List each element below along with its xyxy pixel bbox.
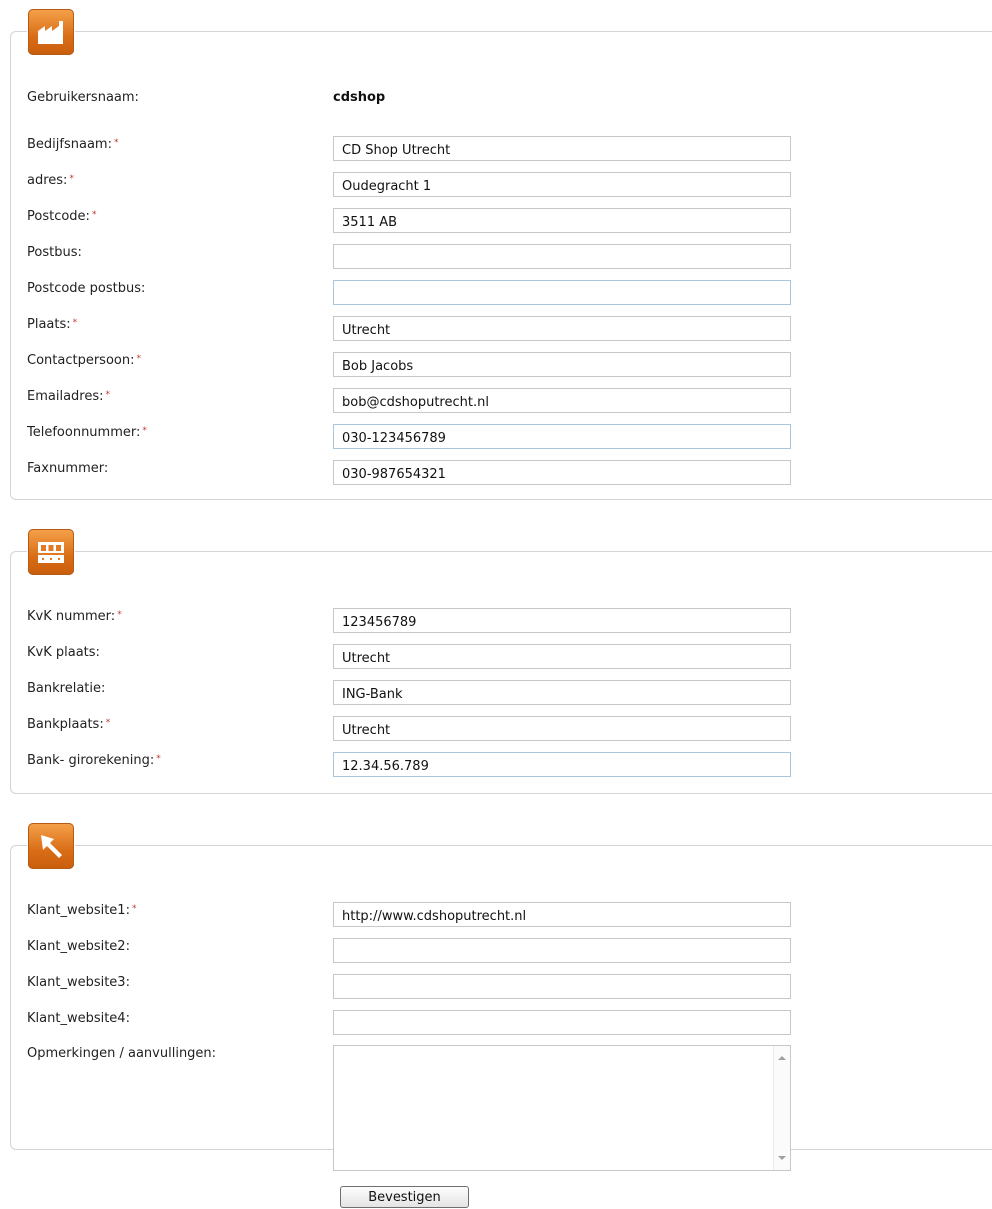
kvk-nummer-input[interactable]: 123456789: [333, 608, 791, 633]
field-label-remarks: Opmerkingen / aanvullingen:: [27, 1046, 217, 1061]
bank-section-icon-wrap: [27, 528, 75, 576]
websites-section: Klant_website1: * http://www.cdshoputrech…: [10, 822, 992, 1171]
required-marker: *: [105, 718, 111, 728]
field-label-adres: adres: *: [27, 173, 74, 188]
website2-input[interactable]: [333, 938, 791, 963]
field-label-bankplaats: Bankplaats: *: [27, 717, 111, 732]
bedrijfsnaam-input[interactable]: CD Shop Utrecht: [333, 136, 791, 161]
field-label-kvk-nummer: KvK nummer: *: [27, 609, 122, 624]
required-marker: *: [72, 318, 78, 328]
submit-button[interactable]: Bevestigen: [340, 1186, 469, 1208]
field-label-emailadres: Emailadres: *: [27, 389, 110, 404]
field-label-postcode: Postcode: *: [27, 209, 97, 224]
remarks-textarea[interactable]: [333, 1045, 791, 1171]
girorekening-input[interactable]: 12.34.56.789: [333, 752, 791, 777]
required-marker: *: [131, 904, 137, 914]
factory-icon: [28, 9, 74, 55]
cursor-arrow-icon: [28, 823, 74, 869]
website4-input[interactable]: [333, 1010, 791, 1035]
required-marker: *: [113, 138, 119, 148]
building-icon: [28, 529, 74, 575]
field-label-girorekening: Bank- girorekening: *: [27, 753, 161, 768]
website1-input[interactable]: http://www.cdshoputrecht.nl: [333, 902, 791, 927]
kvk-plaats-input[interactable]: Utrecht: [333, 644, 791, 669]
bank-section: KvK nummer: * 123456789 KvK plaats: Utrec…: [10, 528, 992, 794]
field-label-postcode-postbus: Postcode postbus:: [27, 281, 146, 296]
scroll-up-icon[interactable]: [778, 1056, 786, 1060]
field-label-contactpersoon: Contactpersoon: *: [27, 353, 141, 368]
required-marker: *: [117, 610, 122, 620]
field-label-faxnummer: Faxnummer:: [27, 461, 109, 476]
scroll-down-icon[interactable]: [778, 1156, 786, 1160]
field-label-bedrijfsnaam: Bedijfsnaam: *: [27, 137, 119, 152]
field-label-postbus: Postbus:: [27, 245, 82, 260]
postbus-input[interactable]: [333, 244, 791, 269]
postcode-input[interactable]: 3511 AB: [333, 208, 791, 233]
websites-section-icon-wrap: [27, 822, 75, 870]
emailadres-input[interactable]: bob@cdshoputrecht.nl: [333, 388, 791, 413]
postcode-postbus-input[interactable]: [333, 280, 791, 305]
remarks-scrollbar[interactable]: [773, 1046, 790, 1170]
faxnummer-input[interactable]: 030-987654321: [333, 460, 791, 485]
website3-input[interactable]: [333, 974, 791, 999]
field-label-telefoonnummer: Telefoonnummer: *: [27, 425, 147, 440]
field-label-website2: Klant_website2:: [27, 939, 130, 954]
field-label-website1: Klant_website1: *: [27, 903, 137, 918]
required-marker: *: [91, 210, 97, 220]
field-label-plaats: Plaats: *: [27, 317, 78, 332]
required-marker: *: [156, 754, 161, 764]
field-label-website4: Klant_website4:: [27, 1011, 130, 1026]
field-label-bankrelatie: Bankrelatie:: [27, 681, 106, 696]
username-label: Gebruikersnaam:: [27, 90, 139, 105]
required-marker: *: [105, 390, 111, 400]
adres-input[interactable]: Oudegracht 1: [333, 172, 791, 197]
field-label-website3: Klant_website3:: [27, 975, 130, 990]
required-marker: *: [142, 426, 147, 436]
required-marker: *: [69, 174, 74, 184]
field-label-kvk-plaats: KvK plaats:: [27, 645, 100, 660]
bankplaats-input[interactable]: Utrecht: [333, 716, 791, 741]
company-section-icon-wrap: [27, 8, 75, 56]
telefoonnummer-input[interactable]: 030-123456789: [333, 424, 791, 449]
plaats-input[interactable]: Utrecht: [333, 316, 791, 341]
required-marker: *: [136, 354, 141, 364]
bankrelatie-input[interactable]: ING-Bank: [333, 680, 791, 705]
company-section: Gebruikersnaam: cdshop Bedijfsnaam: * CD …: [10, 8, 992, 500]
contactpersoon-input[interactable]: Bob Jacobs: [333, 352, 791, 377]
username-value: cdshop: [333, 90, 386, 105]
